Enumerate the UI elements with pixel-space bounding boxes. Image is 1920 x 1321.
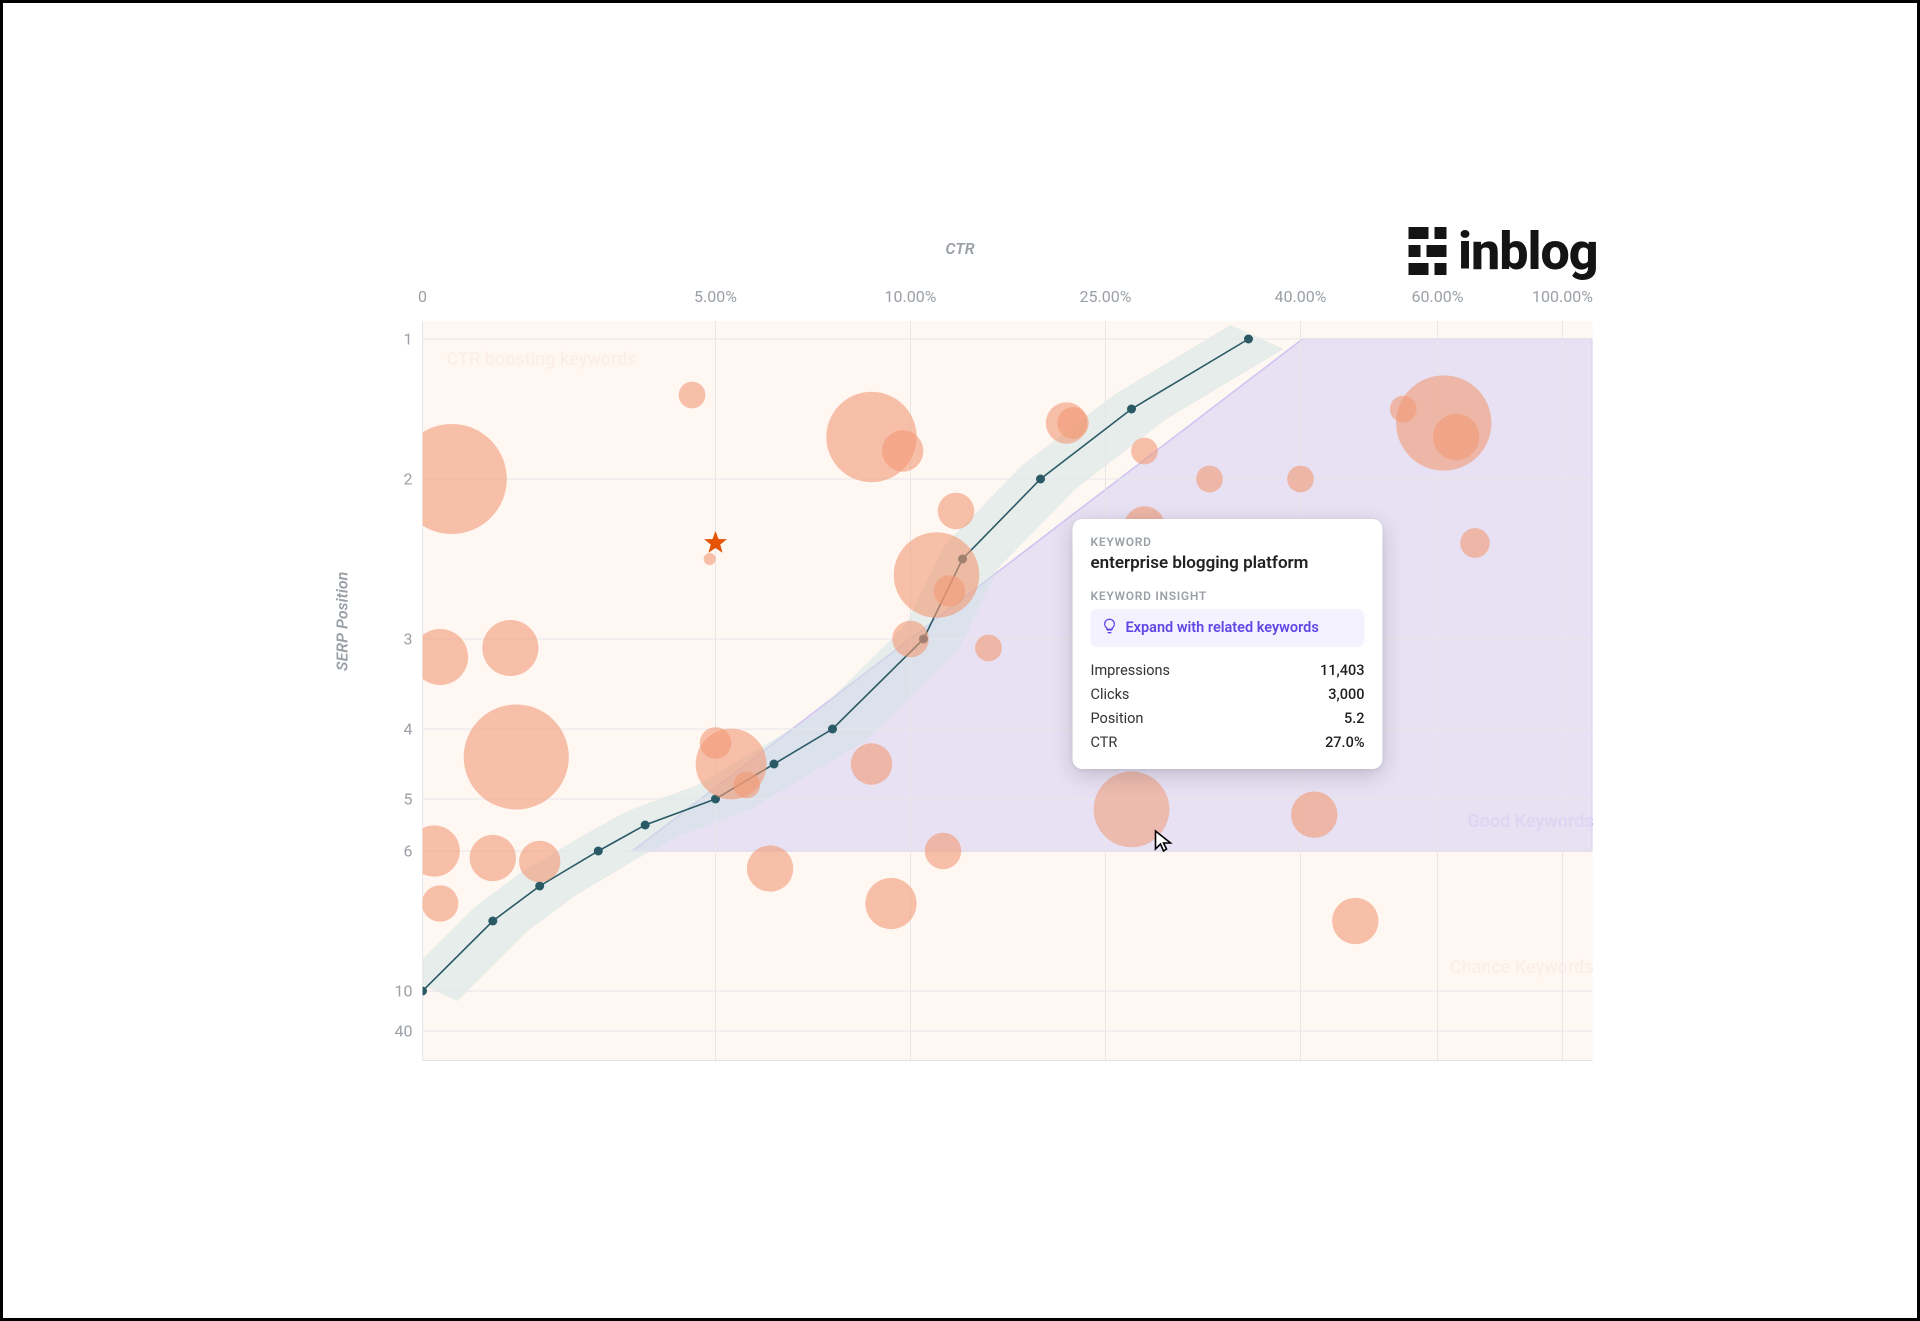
tooltip-row-ctr: CTR 27.0% (1091, 731, 1365, 755)
y-tick-2: 2 (373, 469, 413, 488)
tooltip-impressions-value: 11,403 (1320, 662, 1364, 679)
tooltip-row-position: Position 5.2 (1091, 707, 1365, 731)
keyword-bubble[interactable] (464, 704, 569, 809)
bubble-plot[interactable] (423, 321, 1593, 1061)
y-tick-40: 40 (373, 1021, 413, 1040)
keyword-bubble[interactable] (975, 634, 1002, 661)
keyword-bubble[interactable] (925, 832, 962, 869)
keyword-bubble[interactable] (894, 532, 980, 618)
brand-logo: inblog (1408, 221, 1597, 282)
expand-keywords-button[interactable]: Expand with related keywords (1091, 609, 1365, 647)
tooltip-clicks-label: Clicks (1091, 686, 1130, 703)
chart-canvas: inblog CTR SERP Position 0 5.00% 10.00% … (303, 211, 1618, 1111)
keyword-bubble[interactable] (519, 840, 560, 881)
brand-name: inblog (1458, 221, 1597, 282)
x-tick-100: 100.00% (1532, 287, 1593, 306)
keyword-bubble[interactable] (470, 834, 516, 880)
brand-mark-icon (1408, 227, 1446, 275)
tooltip-ctr-label: CTR (1091, 734, 1118, 751)
y-tick-10: 10 (373, 981, 413, 1000)
keyword-bubble[interactable] (1332, 897, 1378, 943)
tooltip-row-impressions: Impressions 11,403 (1091, 659, 1365, 683)
y-tick-1: 1 (373, 329, 413, 348)
keyword-bubble[interactable] (1287, 465, 1314, 492)
keyword-bubble[interactable] (747, 845, 793, 891)
keyword-bubble[interactable] (938, 492, 975, 529)
expand-keywords-label: Expand with related keywords (1126, 619, 1319, 636)
y-tick-5: 5 (373, 789, 413, 808)
keyword-bubble[interactable] (865, 877, 916, 928)
x-tick-25: 25.00% (1080, 287, 1132, 306)
tooltip-ctr-value: 27.0% (1325, 734, 1364, 751)
x-axis-title: CTR (945, 239, 974, 258)
keyword-bubble[interactable] (482, 619, 538, 675)
keyword-bubble[interactable] (733, 771, 760, 798)
keyword-bubble[interactable] (1291, 791, 1337, 837)
tooltip-keyword: enterprise blogging platform (1091, 553, 1365, 573)
keyword-bubble[interactable] (851, 743, 892, 784)
keyword-bubble[interactable] (679, 381, 706, 408)
keyword-bubble[interactable] (1094, 771, 1170, 847)
y-axis-title: SERP Position (333, 571, 352, 670)
tooltip-impressions-label: Impressions (1091, 662, 1171, 679)
keyword-bubble[interactable] (423, 885, 459, 922)
keyword-bubble[interactable] (1131, 437, 1158, 464)
y-tick-4: 4 (373, 719, 413, 738)
keyword-bubble[interactable] (1433, 413, 1479, 459)
x-tick-5: 5.00% (694, 287, 737, 306)
keyword-bubble[interactable] (1460, 528, 1490, 558)
x-tick-10: 10.00% (885, 287, 937, 306)
keyword-bubble[interactable] (934, 575, 966, 607)
keyword-bubble[interactable] (1057, 407, 1089, 439)
tooltip-keyword-label: KEYWORD (1091, 535, 1365, 549)
keyword-bubble[interactable] (892, 620, 929, 657)
keyword-bubble[interactable] (1196, 465, 1223, 492)
x-tick-0: 0 (418, 287, 427, 306)
y-tick-6: 6 (373, 841, 413, 860)
keyword-bubble[interactable] (704, 553, 716, 565)
tooltip-position-label: Position (1091, 710, 1144, 727)
tooltip-insight-label: KEYWORD INSIGHT (1091, 589, 1365, 603)
x-tick-60: 60.00% (1412, 287, 1464, 306)
tooltip-clicks-value: 3,000 (1328, 686, 1364, 703)
keyword-tooltip: KEYWORD enterprise blogging platform KEY… (1073, 519, 1383, 769)
tooltip-position-value: 5.2 (1344, 710, 1365, 727)
lightbulb-icon (1102, 618, 1118, 638)
x-tick-40: 40.00% (1275, 287, 1327, 306)
keyword-bubble[interactable] (882, 430, 923, 471)
tooltip-row-clicks: Clicks 3,000 (1091, 683, 1365, 707)
y-tick-3: 3 (373, 629, 413, 648)
